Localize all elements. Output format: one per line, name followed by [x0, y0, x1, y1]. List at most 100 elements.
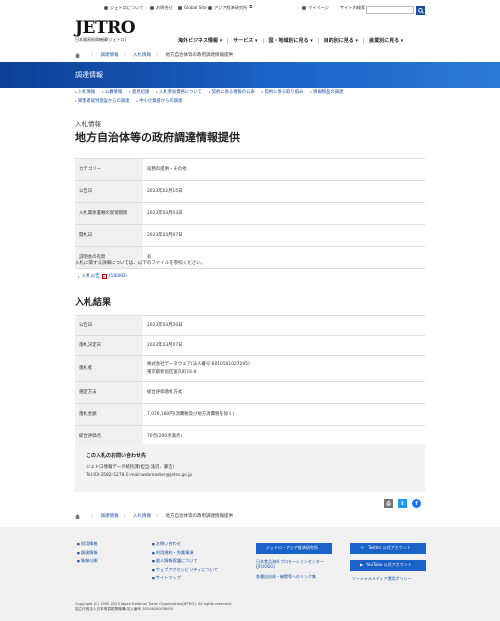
table-row: 開札日 2023年03月07日 [75, 225, 425, 247]
jetro-logo[interactable]: JETRO 日本貿易振興機構(ジェトロ) [75, 18, 136, 43]
contact-phone-email: Tel:03-3582-5278 E-mail:webmaster@jetro.… [86, 473, 193, 479]
ide-button-label: ジェトロ・アジア経済研究所 [266, 545, 318, 551]
subnav-opinion-request[interactable]: 意見招請 [129, 90, 149, 95]
util-ide-label: アジア経済研究所 [214, 5, 248, 10]
footer-col-1: 採用情報 調達情報 情報公開 [77, 541, 98, 567]
youtube-account-label: YouTube 公式アカウント [366, 562, 412, 568]
winner-name: 株式会社データウェア(法人番号:6010501027295) [147, 362, 250, 368]
globe-icon [178, 5, 182, 10]
footer-link-disclosure[interactable]: 情報公開 [77, 558, 98, 564]
util-about-link[interactable]: ジェトロについて [104, 5, 143, 10]
table-row: 公告日 2023年03月20日 [75, 316, 425, 336]
footer-link-local[interactable]: 各種自治体・機関等へのリンク集 [256, 574, 316, 580]
twitter-account-label: Twitter 公式アカウント [367, 545, 411, 551]
gnav-services[interactable]: サービス ▾ [227, 38, 262, 44]
site-footer: 採用情報 調達情報 情報公開 お問い合わせ 利用規約・免責事項 個人情報保護につ… [0, 527, 500, 621]
table-cell: 株式会社データウェア(法人番号:6010501027295) 東京都新宿区富久町1… [143, 356, 425, 381]
breadcrumb-separator: 〉 [156, 52, 161, 58]
info-icon [104, 5, 108, 10]
ide-button[interactable]: ジェトロ・アジア経済研究所 [256, 543, 332, 554]
subnav-bid-info[interactable]: 入札情報 [75, 90, 95, 95]
util-ide-link[interactable]: アジア経済研究所 ⧉ [208, 4, 252, 10]
table-row: カテゴリー 役務の提供・その他 [75, 159, 425, 181]
subnav-disability-facilities[interactable]: 障害者就労施設からの調達 [75, 99, 130, 104]
footer-col-2: お問い合わせ 利用規約・免責事項 個人情報保護について ウェブアクセシビリティに… [152, 541, 218, 584]
footer-link-recruitment[interactable]: 採用情報 [77, 541, 98, 547]
table-header-cell: 公告日 [75, 181, 143, 202]
search-button[interactable] [416, 6, 425, 15]
gnav-by-purpose[interactable]: 目的別に見る ▾ [317, 38, 363, 44]
breadcrumb-separator: 〉 [91, 513, 96, 519]
attachment-size: (180KB) [108, 274, 127, 279]
table-header-cell: 開札日 [75, 225, 143, 246]
footer-link-terms[interactable]: 利用規約・免責事項 [152, 550, 218, 556]
home-icon[interactable] [75, 514, 80, 519]
facebook-icon[interactable]: f [412, 499, 421, 508]
subnav-qualification[interactable]: 入札参加資格について [156, 90, 202, 95]
book-icon [208, 5, 212, 10]
footer-link-social-policy[interactable]: ソーシャルメディア運用ポリシー [352, 576, 412, 582]
footer-link-accessibility[interactable]: ウェブアクセシビリティについて [152, 567, 218, 573]
footer-link-privacy[interactable]: 個人情報保護について [152, 558, 218, 564]
attachment-label: 入札公告 [81, 274, 100, 279]
table-header-cell: 落札決定日 [75, 336, 143, 355]
table-row: 入札関係書類の受領期限 2023年03月03日 [75, 203, 425, 225]
table-row: 落札者 株式会社データウェア(法人番号:6010501027295) 東京都新宿区富… [75, 356, 425, 382]
table-cell: 2023年03月07日 [147, 342, 183, 348]
subnav-public-offering[interactable]: 公募情報 [102, 90, 122, 95]
youtube-account-button[interactable]: ▶ YouTube 公式アカウント [350, 560, 426, 571]
table-header-cell: 入札関係書類の受領期限 [75, 203, 143, 224]
logo-text: JETRO [75, 18, 136, 38]
home-icon[interactable] [75, 53, 80, 58]
gnav-by-region[interactable]: 国・地域別に見る ▾ [262, 38, 318, 44]
twitter-account-button[interactable]: 🐦 Twitter 公式アカウント [350, 543, 426, 554]
util-global-label: Global Site [184, 5, 207, 10]
table-cell: 2023年03月20日 [147, 322, 183, 328]
table-cell: 2023年02月15日 [147, 188, 183, 194]
util-mypage-link[interactable]: マイページ [302, 5, 329, 10]
breadcrumb-separator: 〉 [91, 52, 96, 58]
gnav-overseas-business[interactable]: 海外ビジネス情報 ▾ [178, 38, 227, 44]
table-row: 落札決定日 2023年03月07日 [75, 336, 425, 356]
table-cell: 7,076,180円(消費税及び地方消費税を除く) [147, 411, 235, 417]
attachment-link[interactable]: ▸ 入札公告 P (180KB) [78, 274, 127, 280]
table-header-cell: カテゴリー [75, 159, 143, 180]
table-cell: 総合評価落札方式 [147, 389, 183, 395]
subnav-contract-publication[interactable]: 契約に係る情報の公表 [209, 90, 255, 95]
footer-link-contact[interactable]: お問い合わせ [152, 541, 218, 547]
footer-link-sitemap[interactable]: サイトマップ [152, 575, 218, 581]
subnav-info-goods[interactable]: 情報物品の調達 [310, 90, 343, 95]
mail-icon [150, 5, 154, 10]
twitter-icon[interactable]: t [398, 499, 407, 508]
table-header-cell: 落札者 [75, 356, 143, 381]
footer-link-procurement[interactable]: 調達情報 [77, 550, 98, 556]
pdf-icon: P [101, 274, 107, 280]
global-nav: 海外ビジネス情報 ▾ サービス ▾ 国・地域別に見る ▾ 目的別に見る ▾ 産業… [178, 38, 408, 44]
print-icon[interactable]: ⎙ [384, 499, 393, 508]
logo-subtitle: 日本貿易振興機構(ジェトロ) [75, 37, 127, 42]
breadcrumb-bid-info[interactable]: 入札情報 [133, 53, 151, 58]
table-cell: 役務の提供・その他 [147, 166, 187, 172]
breadcrumb-bid-info[interactable]: 入札情報 [133, 514, 151, 519]
util-global-link[interactable]: Global Site [178, 5, 207, 10]
utility-bar: ジェトロについて お問合せ Global Site アジア経済研究所 ⧉ マイペー… [0, 3, 500, 15]
breadcrumb-procurement[interactable]: 調達情報 [101, 514, 119, 519]
subnav-contract-efforts[interactable]: 契約に係る取り組み [262, 90, 304, 95]
subnav-sme-procurement[interactable]: 中小企業者からの調達 [136, 99, 182, 104]
table-row: 選定方法 総合評価落札方式 [75, 382, 425, 404]
bullet-icon: ▸ [78, 274, 80, 279]
util-contact-link[interactable]: お問合せ [150, 5, 173, 10]
table-header-cell: 落札金額 [75, 404, 143, 425]
contact-title: この入札のお問い合わせ先 [86, 453, 147, 459]
page-title: 地方自治体等の政府調達情報提供 [75, 131, 240, 144]
util-mypage-label: マイページ [308, 5, 329, 10]
search-input[interactable] [366, 6, 414, 14]
breadcrumb-separator: 〉 [156, 513, 161, 519]
section-subnav: 入札情報 公募情報 意見招請 入札参加資格について 契約に係る情報の公表 契約に… [75, 90, 425, 108]
breadcrumb-procurement[interactable]: 調達情報 [101, 53, 119, 58]
gnav-by-industry[interactable]: 産業別に見る ▾ [363, 38, 408, 44]
attachment-note: 入札に関する詳細については、以下のファイルを参照ください。 [75, 261, 206, 266]
youtube-icon: ▶ [360, 562, 364, 568]
footer-link-jfoodo[interactable]: 日本食品海外プロモーションセンター(JFOODO) [256, 559, 336, 570]
results-heading: 入札結果 [75, 298, 112, 308]
